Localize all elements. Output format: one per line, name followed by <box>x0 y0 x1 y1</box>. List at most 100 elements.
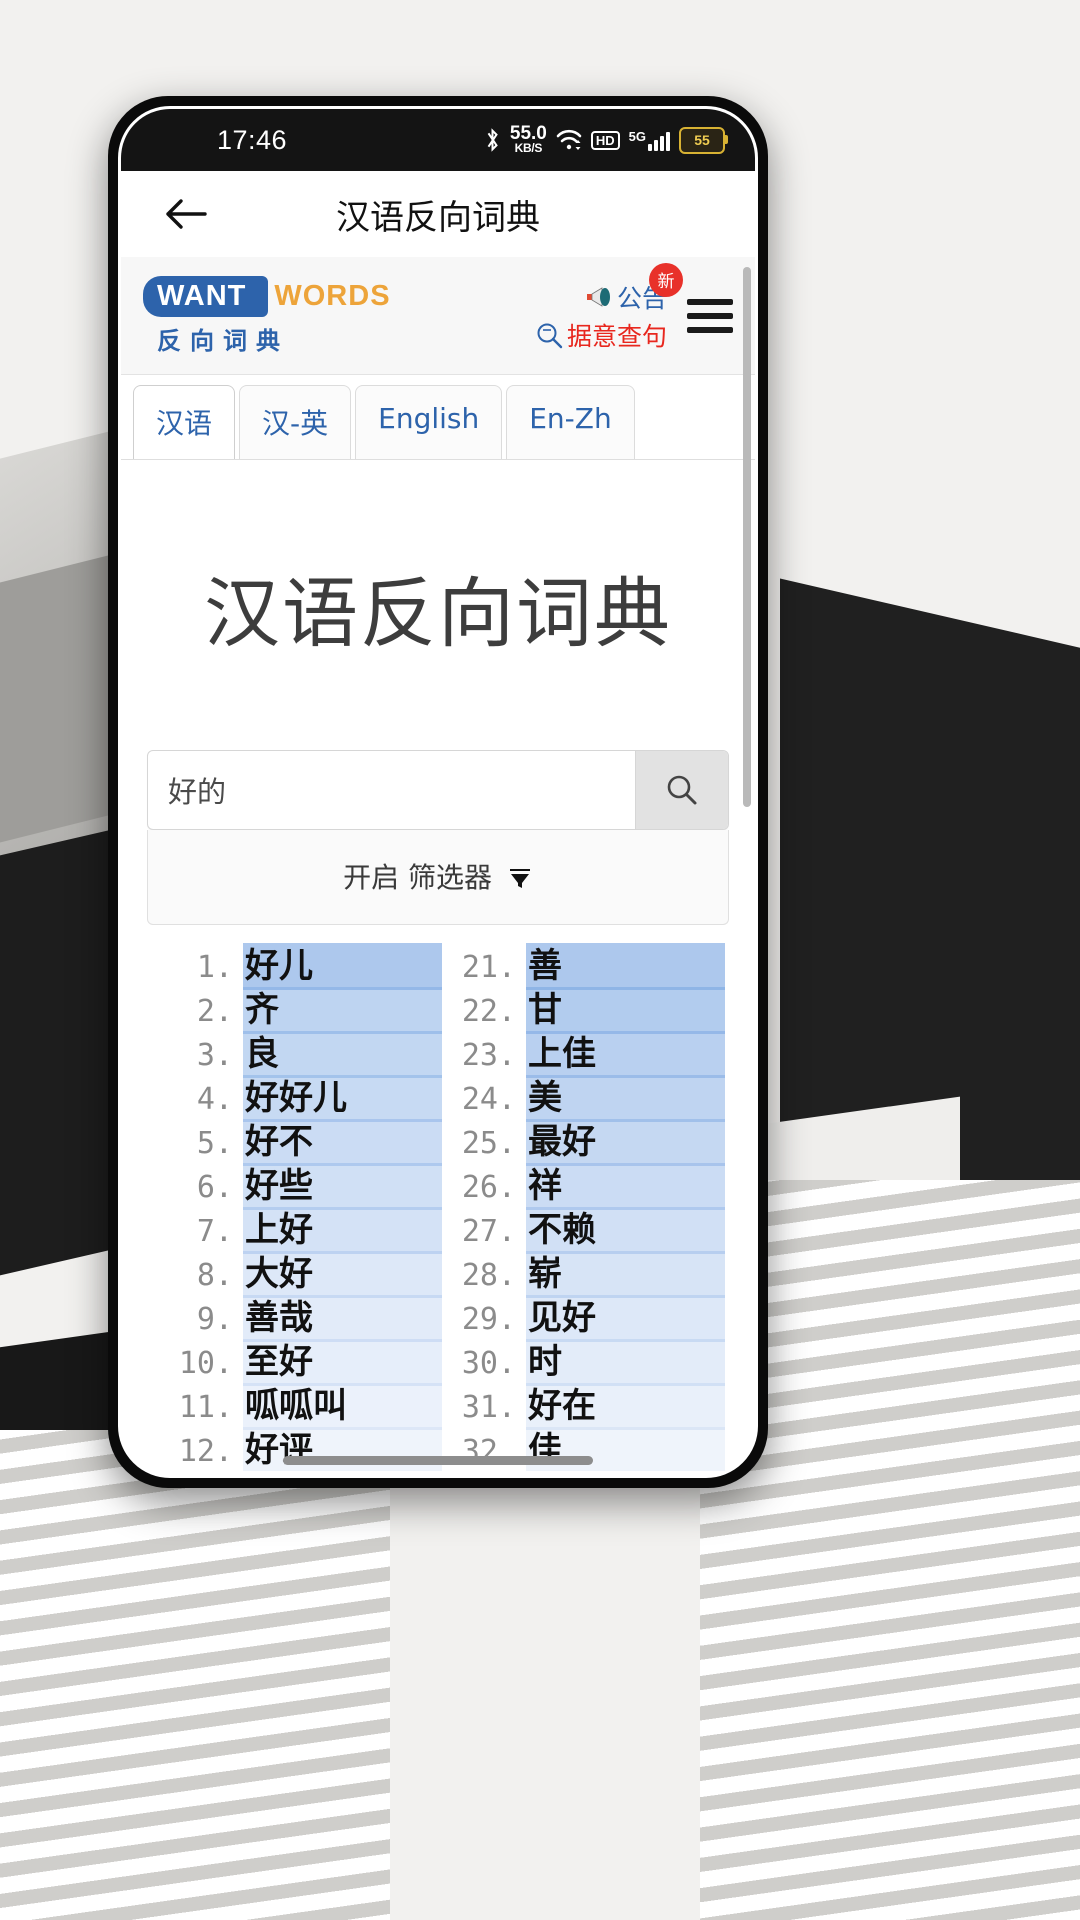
result-word[interactable]: 好些 <box>243 1163 442 1210</box>
tab-english-chinese[interactable]: En-Zh <box>506 385 635 459</box>
result-row[interactable]: 5. 好不 <box>159 1119 442 1166</box>
result-rank: 9. <box>196 1302 233 1337</box>
result-word[interactable]: 美 <box>526 1075 725 1122</box>
vertical-scrollbar[interactable] <box>743 267 751 807</box>
result-word[interactable]: 最好 <box>526 1119 725 1166</box>
result-rank: 22. <box>461 994 516 1029</box>
result-row[interactable]: 3. 良 <box>159 1031 442 1078</box>
result-word[interactable]: 齐 <box>243 987 442 1034</box>
result-row[interactable]: 1. 好儿 <box>159 943 442 990</box>
result-rank: 2. <box>196 994 233 1029</box>
result-row[interactable]: 6. 好些 <box>159 1163 442 1210</box>
result-rank: 5. <box>196 1126 233 1161</box>
header-links: 公告 新 据意查句 <box>535 262 683 353</box>
result-word[interactable]: 时 <box>526 1339 725 1386</box>
result-rank: 6. <box>196 1170 233 1205</box>
result-row[interactable]: 25. 最好 <box>442 1119 725 1166</box>
result-row[interactable]: 23. 上佳 <box>442 1031 725 1078</box>
backdrop-stripes-left <box>0 1430 390 1920</box>
result-row[interactable]: 9. 善哉 <box>159 1295 442 1342</box>
hamburger-menu-icon[interactable] <box>683 295 737 337</box>
result-row[interactable]: 21. 善 <box>442 943 725 990</box>
result-row[interactable]: 4. 好好儿 <box>159 1075 442 1122</box>
results-column-left: 1. 好儿 2. 齐 3. 良 4. 好好儿 5. 好不 6. 好些 7. 上好 8. 大好 9. 善哉 10. 至好… <box>159 943 442 1471</box>
results-column-right: 21. 善 22. 甘 23. 上佳 24. 美 25. 最好 26. 祥 27. 不赖 28. 崭 29. 见好… <box>442 943 725 1471</box>
result-rank: 10. <box>178 1346 233 1381</box>
result-word[interactable]: 善 <box>526 943 725 990</box>
result-row[interactable]: 8. 大好 <box>159 1251 442 1298</box>
result-rank: 30. <box>461 1346 516 1381</box>
result-row[interactable]: 27. 不赖 <box>442 1207 725 1254</box>
hd-voice-badge: HD <box>590 130 620 150</box>
result-word[interactable]: 呱呱叫 <box>243 1383 442 1430</box>
result-rank: 26. <box>461 1170 516 1205</box>
tab-english[interactable]: English <box>355 385 503 459</box>
result-word[interactable]: 好好儿 <box>243 1075 442 1122</box>
tab-english-label: English <box>378 402 480 435</box>
back-arrow-icon[interactable] <box>163 191 209 237</box>
result-word[interactable]: 祥 <box>526 1163 725 1210</box>
search-section: 开启 筛选器 <box>121 750 755 925</box>
wifi-icon <box>556 129 582 150</box>
result-row[interactable]: 30. 时 <box>442 1339 725 1386</box>
search-input[interactable] <box>148 751 635 829</box>
magnifier-icon <box>667 775 697 805</box>
app-title-bar: 汉语反向词典 <box>121 171 755 257</box>
announcement-link[interactable]: 公告 新 <box>585 262 683 315</box>
result-row[interactable]: 11. 呱呱叫 <box>159 1383 442 1430</box>
tab-english-chinese-label: En-Zh <box>529 402 612 435</box>
result-word[interactable]: 见好 <box>526 1295 725 1342</box>
status-bar-icons: 55.0 KB/S HD 5G 55 <box>484 124 728 155</box>
page-title: 汉语反向词典 <box>336 197 540 238</box>
hero-title: 汉语反向词典 <box>204 569 672 658</box>
result-word[interactable]: 上好 <box>243 1207 442 1254</box>
sentence-query-link[interactable]: 据意查句 <box>535 317 667 353</box>
language-tabs: 汉语 汉-英 English En-Zh <box>121 375 755 460</box>
tab-chinese-label: 汉语 <box>156 407 213 440</box>
result-rank: 29. <box>461 1302 516 1337</box>
results-grid: 1. 好儿 2. 齐 3. 良 4. 好好儿 5. 好不 6. 好些 7. 上好 8. 大好 9. 善哉 10. 至好… <box>121 925 755 1471</box>
result-row[interactable]: 10. 至好 <box>159 1339 442 1386</box>
result-rank: 4. <box>196 1082 233 1117</box>
result-row[interactable]: 26. 祥 <box>442 1163 725 1210</box>
filter-toggle-label: 开启 筛选器 <box>343 861 492 894</box>
result-row[interactable]: 24. 美 <box>442 1075 725 1122</box>
logo-wordmark: WANT WORDS <box>143 275 391 317</box>
result-row[interactable]: 2. 齐 <box>159 987 442 1034</box>
result-rank: 25. <box>461 1126 516 1161</box>
result-word[interactable]: 善哉 <box>243 1295 442 1342</box>
result-word[interactable]: 大好 <box>243 1251 442 1298</box>
filter-toggle-button[interactable]: 开启 筛选器 <box>147 830 729 925</box>
search-button[interactable] <box>635 751 728 829</box>
announcement-new-badge: 新 <box>649 262 683 297</box>
result-word[interactable]: 至好 <box>243 1339 442 1386</box>
logo-subtitle: 反向词典 <box>157 326 289 355</box>
result-row[interactable]: 22. 甘 <box>442 987 725 1034</box>
result-word[interactable]: 好不 <box>243 1119 442 1166</box>
result-row[interactable]: 7. 上好 <box>159 1207 442 1254</box>
wantwords-logo[interactable]: WANT WORDS 反向词典 <box>143 275 391 356</box>
result-word[interactable]: 上佳 <box>526 1031 725 1078</box>
result-word[interactable]: 甘 <box>526 987 725 1034</box>
result-rank: 1. <box>196 950 233 985</box>
result-word[interactable]: 好儿 <box>243 943 442 990</box>
result-rank: 28. <box>461 1258 516 1293</box>
network-speed-indicator: 55.0 KB/S <box>510 124 547 154</box>
horizontal-scrollbar[interactable] <box>283 1456 593 1465</box>
tab-chinese-english-label: 汉-英 <box>262 407 329 440</box>
result-word[interactable]: 崭 <box>526 1251 725 1298</box>
result-rank: 21. <box>461 950 516 985</box>
result-word[interactable]: 好在 <box>526 1383 725 1430</box>
result-word[interactable]: 不赖 <box>526 1207 725 1254</box>
cellular-signal-indicator: 5G <box>629 130 670 151</box>
result-row[interactable]: 31. 好在 <box>442 1383 725 1430</box>
megaphone-icon <box>586 286 610 307</box>
funnel-icon <box>509 869 530 888</box>
result-row[interactable]: 28. 崭 <box>442 1251 725 1298</box>
result-word[interactable]: 良 <box>243 1031 442 1078</box>
result-rank: 24. <box>461 1082 516 1117</box>
tab-chinese[interactable]: 汉语 <box>133 385 236 459</box>
tab-chinese-english[interactable]: 汉-英 <box>239 385 352 459</box>
result-row[interactable]: 29. 见好 <box>442 1295 725 1342</box>
network-type-label: 5G <box>628 128 646 144</box>
